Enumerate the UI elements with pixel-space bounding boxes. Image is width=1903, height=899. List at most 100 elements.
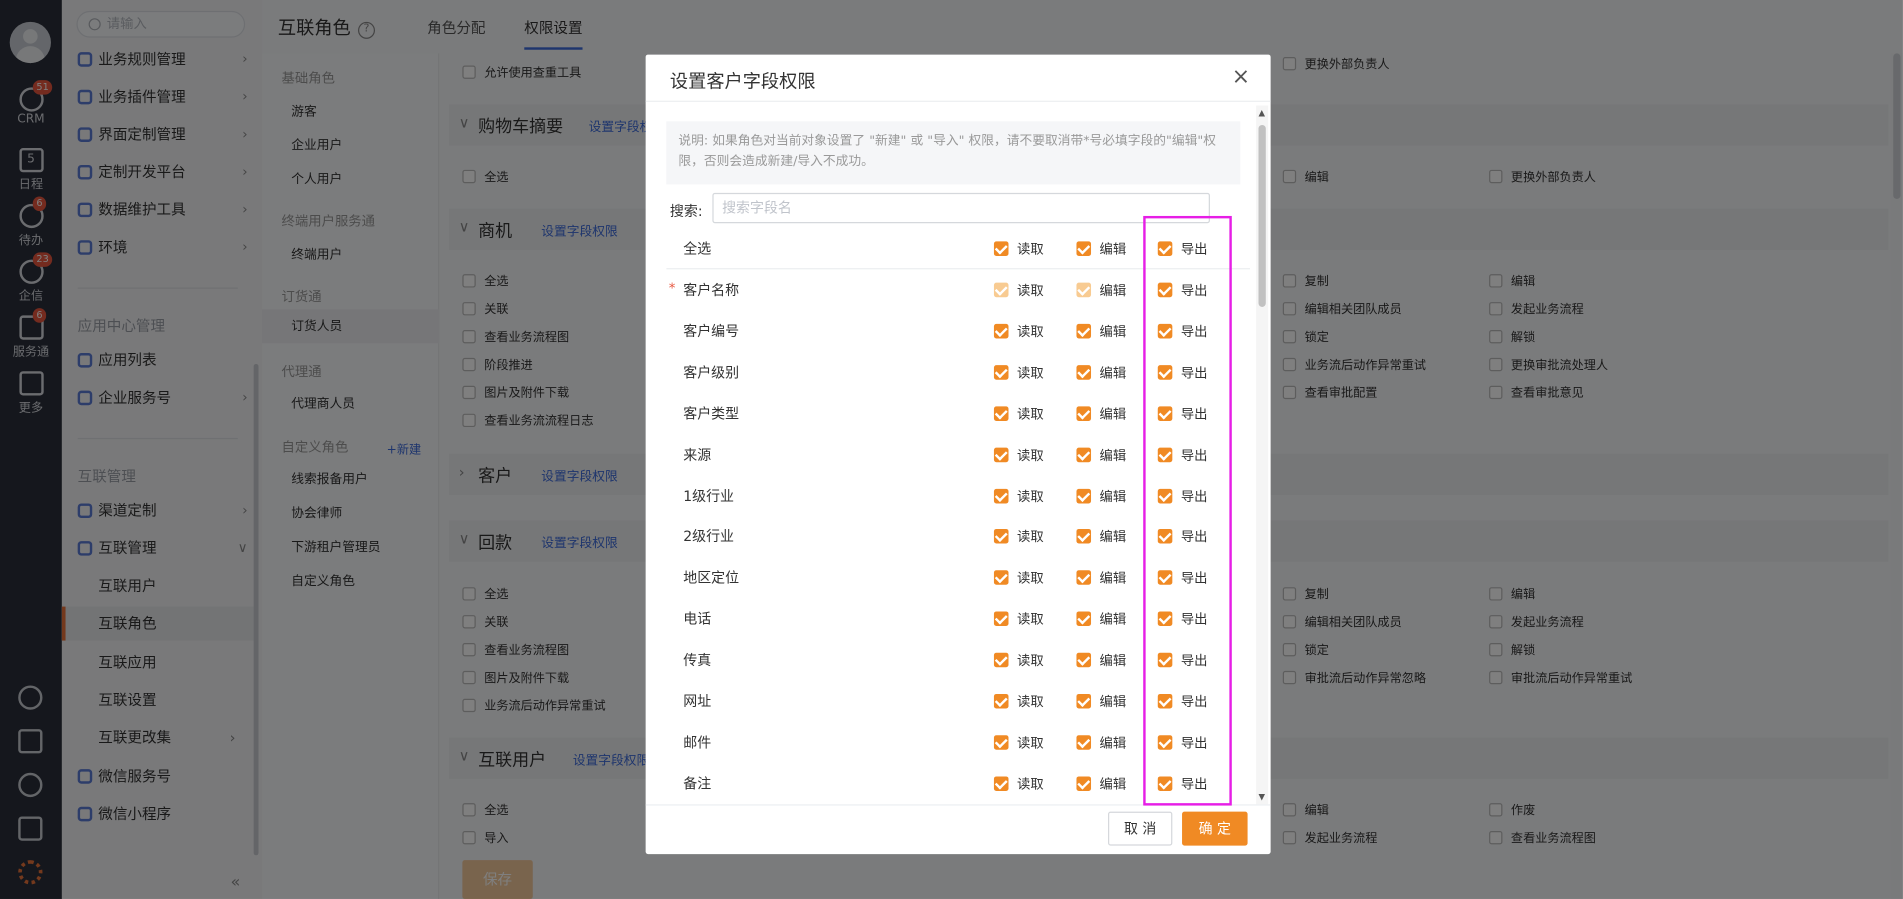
edit-checkbox[interactable]: 编辑	[1076, 404, 1126, 423]
checkbox-label: 导出	[1180, 447, 1208, 463]
edit-checkbox[interactable]: 编辑	[1076, 239, 1126, 258]
checkbox-label: 读取	[1016, 652, 1044, 669]
read-checkbox[interactable]: 读取	[993, 321, 1044, 340]
checkbox-checked-icon	[1157, 776, 1173, 791]
confirm-button[interactable]: 确 定	[1182, 811, 1248, 846]
field-row: 网址 读取 编辑 导出	[666, 681, 1250, 722]
checkbox-label: 编辑	[1099, 488, 1127, 505]
checkbox-label: 读取	[1016, 406, 1044, 422]
field-name: 电话	[683, 610, 712, 628]
checkbox-checked-icon	[1157, 529, 1173, 544]
checkbox-label: 编辑	[1099, 447, 1127, 463]
scroll-thumb[interactable]	[1258, 124, 1266, 307]
edit-checkbox[interactable]: 编辑	[1076, 486, 1126, 505]
checkbox-label: 导出	[1180, 364, 1208, 381]
export-checkbox[interactable]: 导出	[1157, 321, 1208, 340]
read-checkbox[interactable]: 读取	[993, 363, 1044, 382]
cancel-button[interactable]: 取 消	[1108, 811, 1173, 846]
checkbox-checked-icon	[1157, 364, 1173, 380]
checkbox-checked-icon	[993, 447, 1009, 462]
dialog-title: 设置客户字段权限	[669, 70, 816, 93]
checkbox-checked-icon	[1076, 241, 1092, 256]
checkbox-checked-icon	[1076, 282, 1092, 298]
export-checkbox[interactable]: 导出	[1157, 774, 1208, 793]
export-checkbox[interactable]: 导出	[1157, 609, 1208, 628]
export-checkbox[interactable]: 导出	[1157, 486, 1208, 505]
edit-checkbox[interactable]: 编辑	[1076, 609, 1126, 628]
edit-checkbox[interactable]: 编辑	[1076, 321, 1126, 340]
dialog-scrollbar[interactable]: ▲ ▼	[1256, 105, 1269, 805]
export-checkbox[interactable]: 导出	[1157, 733, 1208, 752]
checkbox-label: 读取	[1016, 241, 1044, 258]
edit-checkbox[interactable]: 编辑	[1076, 363, 1126, 382]
checkbox-checked-icon	[1157, 241, 1173, 256]
field-row: 客户类型 读取 编辑 导出	[666, 393, 1250, 434]
edit-checkbox[interactable]: 编辑	[1076, 650, 1126, 669]
scroll-down-icon[interactable]: ▼	[1259, 792, 1266, 802]
checkbox-checked-icon	[993, 776, 1009, 791]
export-checkbox[interactable]: 导出	[1157, 692, 1208, 711]
export-checkbox[interactable]: 导出	[1157, 527, 1208, 546]
checkbox-label: 导出	[1180, 776, 1208, 792]
checkbox-label: 读取	[1016, 611, 1044, 628]
checkbox-label: 读取	[1016, 735, 1044, 751]
field-row: 1级行业 读取 编辑 导出	[666, 475, 1250, 516]
edit-checkbox[interactable]: 编辑	[1076, 445, 1126, 464]
checkbox-label: 读取	[1016, 323, 1044, 340]
read-checkbox[interactable]: 读取	[993, 239, 1044, 258]
export-checkbox[interactable]: 导出	[1157, 650, 1208, 669]
read-checkbox[interactable]: 读取	[993, 404, 1044, 423]
checkbox-label: 编辑	[1099, 570, 1127, 587]
field-name: 1级行业	[683, 487, 735, 505]
read-checkbox[interactable]: 读取	[993, 280, 1044, 299]
read-checkbox[interactable]: 读取	[993, 650, 1044, 669]
checkbox-label: 编辑	[1099, 241, 1127, 258]
export-checkbox[interactable]: 导出	[1157, 404, 1208, 423]
divider	[645, 100, 1271, 102]
export-checkbox[interactable]: 导出	[1157, 239, 1208, 258]
checkbox-checked-icon	[1076, 323, 1092, 339]
read-checkbox[interactable]: 读取	[993, 486, 1044, 505]
checkbox-checked-icon	[1157, 611, 1173, 627]
export-checkbox[interactable]: 导出	[1157, 568, 1208, 587]
checkbox-label: 读取	[1016, 282, 1044, 299]
checkbox-checked-icon	[993, 364, 1009, 380]
read-checkbox[interactable]: 读取	[993, 733, 1044, 752]
checkbox-checked-icon	[993, 570, 1009, 586]
checkbox-label: 编辑	[1099, 406, 1127, 422]
edit-checkbox[interactable]: 编辑	[1076, 568, 1126, 587]
scroll-up-icon[interactable]: ▲	[1259, 108, 1266, 118]
edit-checkbox[interactable]: 编辑	[1076, 733, 1126, 752]
read-checkbox[interactable]: 读取	[993, 568, 1044, 587]
field-name: 客户级别	[683, 363, 740, 381]
edit-checkbox[interactable]: 编辑	[1076, 774, 1126, 793]
field-row: 电话 读取 编辑 导出	[666, 598, 1250, 639]
checkbox-label: 导出	[1180, 611, 1208, 628]
read-checkbox[interactable]: 读取	[993, 692, 1044, 711]
checkbox-label: 导出	[1180, 652, 1208, 669]
edit-checkbox[interactable]: 编辑	[1076, 280, 1126, 299]
read-checkbox[interactable]: 读取	[993, 527, 1044, 546]
export-checkbox[interactable]: 导出	[1157, 445, 1208, 464]
checkbox-checked-icon	[1157, 282, 1173, 298]
close-icon[interactable]: ×	[1232, 66, 1250, 89]
checkbox-checked-icon	[1076, 447, 1092, 462]
checkbox-label: 导出	[1180, 693, 1208, 710]
checkbox-label: 编辑	[1099, 652, 1127, 669]
field-name: 全选	[683, 240, 712, 258]
export-checkbox[interactable]: 导出	[1157, 280, 1208, 299]
field-name: 地区定位	[683, 569, 740, 587]
field-name: 客户名称	[683, 281, 740, 299]
export-checkbox[interactable]: 导出	[1157, 363, 1208, 382]
read-checkbox[interactable]: 读取	[993, 774, 1044, 793]
checkbox-checked-icon	[1157, 570, 1173, 586]
checkbox-label: 导出	[1180, 241, 1208, 258]
checkbox-label: 读取	[1016, 529, 1044, 546]
read-checkbox[interactable]: 读取	[993, 609, 1044, 628]
read-checkbox[interactable]: 读取	[993, 445, 1044, 464]
checkbox-label: 读取	[1016, 570, 1044, 587]
field-search-input[interactable]: 搜索字段名	[712, 192, 1210, 224]
edit-checkbox[interactable]: 编辑	[1076, 692, 1126, 711]
edit-checkbox[interactable]: 编辑	[1076, 527, 1126, 546]
field-row: 2级行业 读取 编辑 导出	[666, 516, 1250, 557]
